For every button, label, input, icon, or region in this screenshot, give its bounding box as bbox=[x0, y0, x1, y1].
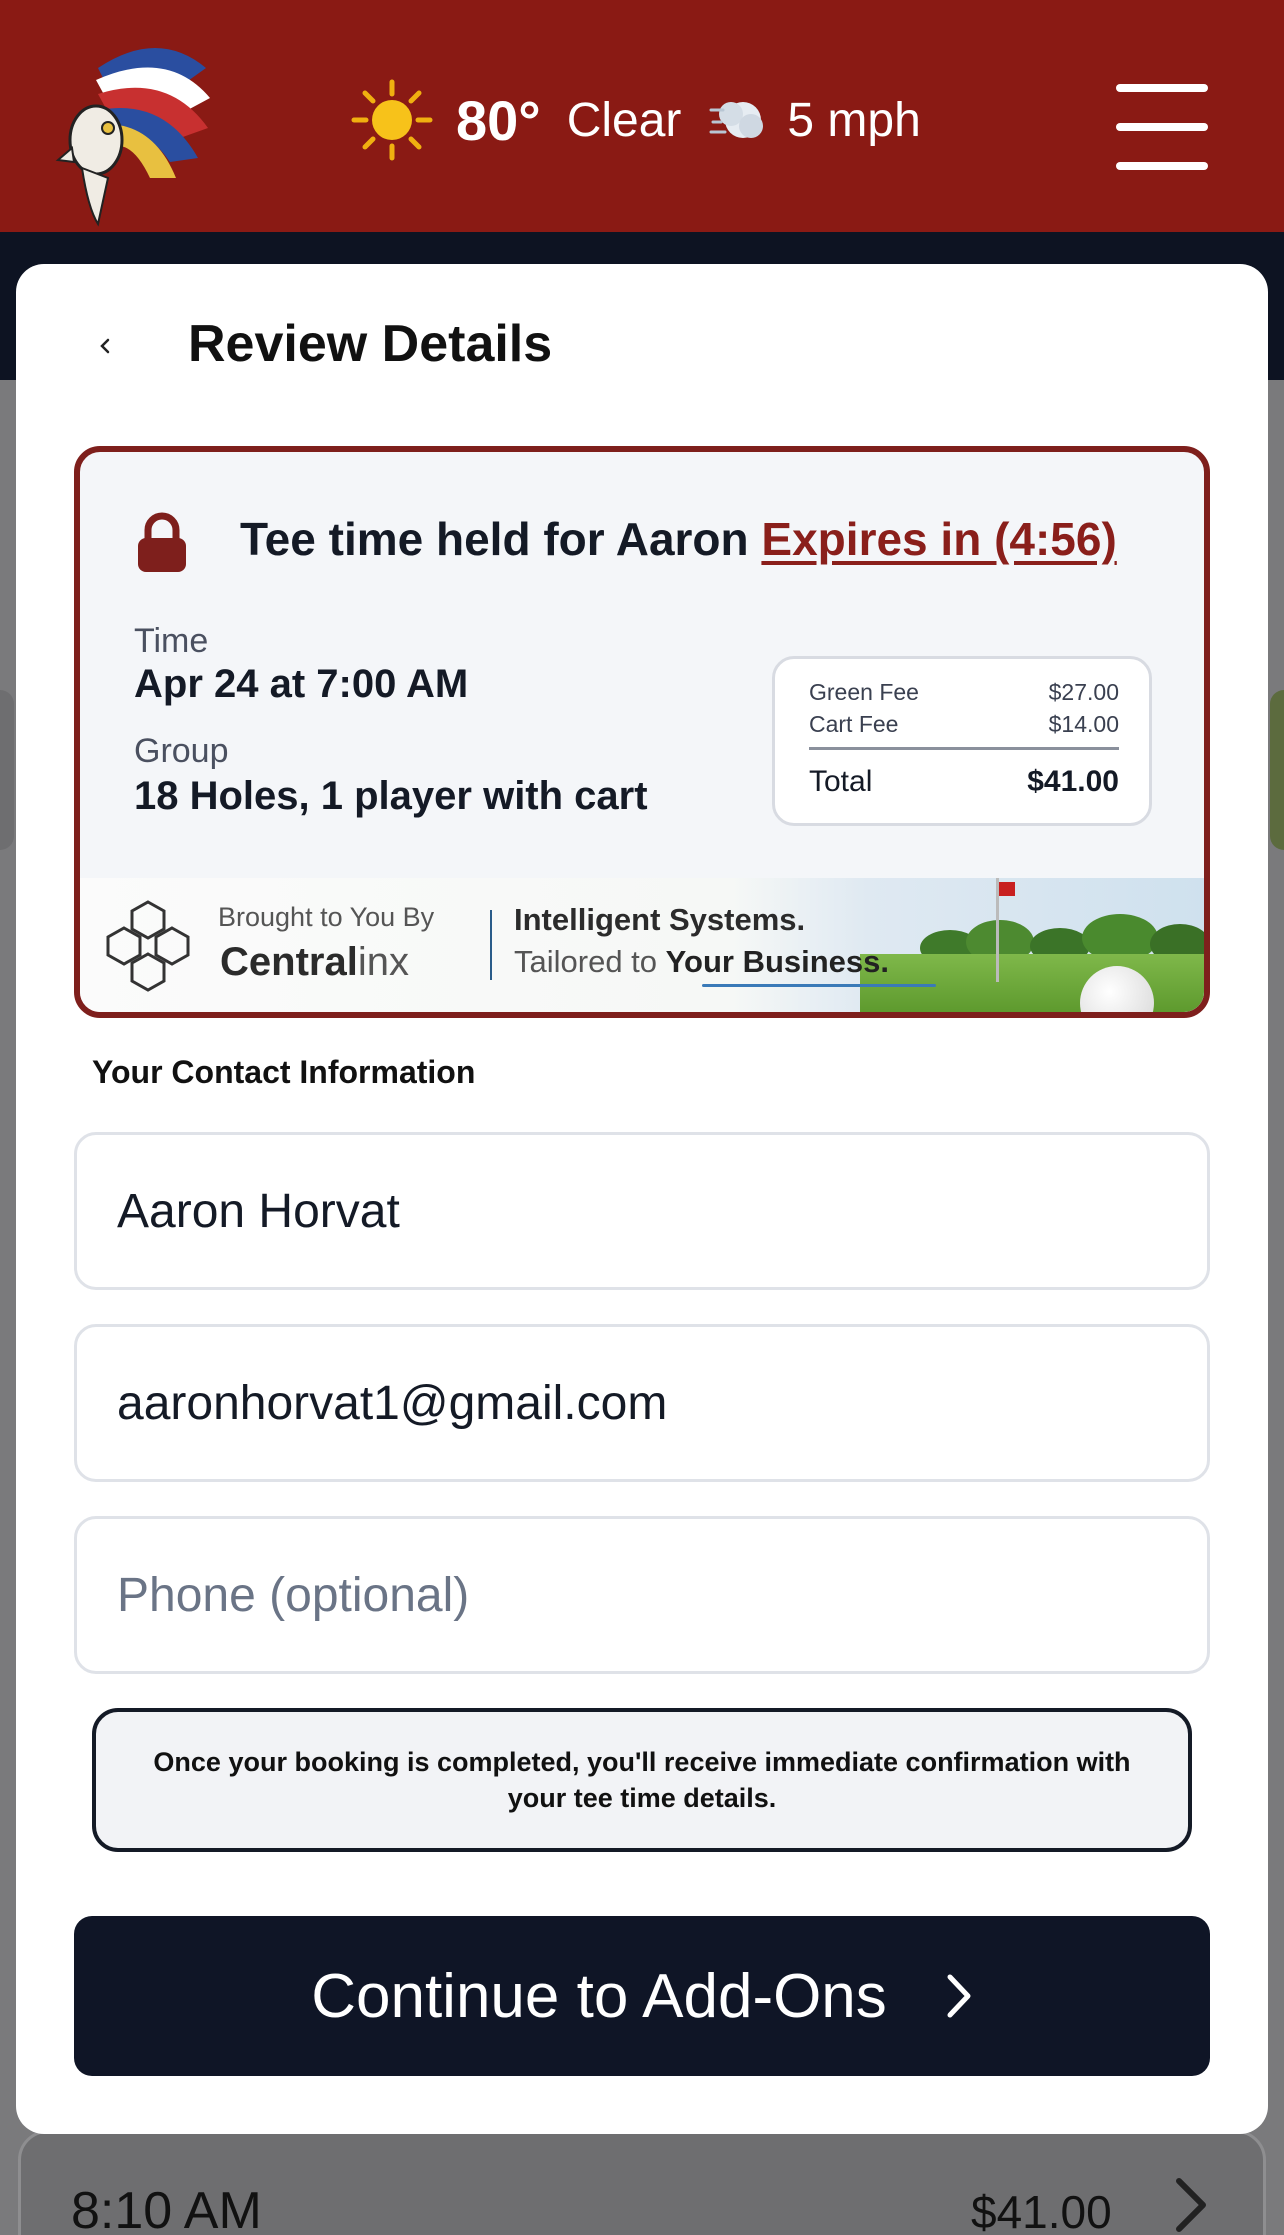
expires-countdown: Expires in (4:56) bbox=[761, 513, 1117, 565]
hold-status-text: Tee time held for Aaron bbox=[240, 513, 762, 565]
backdrop-card-edge bbox=[0, 690, 14, 850]
sponsor-divider bbox=[490, 910, 492, 980]
continue-to-add-ons-button[interactable]: Continue to Add-Ons bbox=[74, 1916, 1210, 2076]
sun-icon bbox=[351, 79, 433, 161]
phone-field[interactable] bbox=[74, 1516, 1210, 1674]
group-label: Group bbox=[134, 732, 229, 770]
backdrop-card-edge bbox=[1270, 690, 1284, 850]
fee-total-row: Total $41.00 bbox=[809, 765, 1119, 799]
menu-line bbox=[1116, 84, 1208, 92]
sponsor-line-2: Tailored to Your Business. bbox=[514, 944, 889, 980]
tee-time-hold-card: Tee time held for Aaron Expires in (4:56… bbox=[74, 446, 1210, 1018]
name-field[interactable] bbox=[74, 1132, 1210, 1290]
tee-time: 8:10 AM bbox=[71, 2182, 262, 2235]
wind-icon bbox=[709, 102, 764, 138]
sponsor-underline bbox=[702, 984, 936, 987]
fee-amount: $27.00 bbox=[1048, 679, 1119, 705]
brand-bold: Central bbox=[220, 940, 358, 984]
fee-amount: $14.00 bbox=[1048, 711, 1119, 737]
contact-section-label: Your Contact Information bbox=[92, 1054, 476, 1090]
chevron-right-icon bbox=[947, 1974, 971, 2018]
fee-summary: Green Fee $27.00 Cart Fee $14.00 Total $… bbox=[772, 656, 1152, 826]
app-header: 80° Clear 5 mph bbox=[0, 0, 1284, 232]
total-amount: $41.00 bbox=[1027, 765, 1119, 798]
sponsor-brand: Centralinx bbox=[220, 940, 409, 985]
cta-label: Continue to Add-Ons bbox=[311, 1961, 887, 2031]
sponsor-line-2-bold: Your Business. bbox=[665, 944, 890, 979]
email-field[interactable] bbox=[74, 1324, 1210, 1482]
page-title: Review Details bbox=[188, 315, 553, 373]
hold-status: Tee time held for Aaron Expires in (4:56… bbox=[240, 512, 1117, 566]
hamburger-menu-icon[interactable] bbox=[1116, 84, 1208, 170]
chief-headdress-logo[interactable] bbox=[38, 28, 218, 228]
temperature: 80° bbox=[456, 88, 541, 152]
menu-line bbox=[1116, 123, 1208, 131]
sponsor-banner[interactable]: Brought to You By Centralinx Intelligent… bbox=[80, 878, 1204, 1012]
fee-divider bbox=[809, 747, 1119, 750]
confirmation-notice: Once your booking is completed, you'll r… bbox=[92, 1708, 1192, 1852]
sponsor-line-1: Intelligent Systems. bbox=[514, 902, 806, 937]
time-label: Time bbox=[134, 622, 209, 660]
weather-widget: 80° Clear 5 mph bbox=[350, 72, 921, 168]
sponsor-tagline: Brought to You By bbox=[218, 902, 435, 932]
chevron-right-icon bbox=[1176, 2178, 1206, 2232]
group-value: 18 Holes, 1 player with cart bbox=[134, 774, 648, 818]
fee-label: Green Fee bbox=[809, 679, 919, 705]
total-label: Total bbox=[809, 765, 873, 798]
back-chevron-icon[interactable] bbox=[94, 332, 114, 360]
menu-line bbox=[1116, 162, 1208, 170]
fee-row-cart: Cart Fee $14.00 bbox=[809, 711, 1119, 738]
weather-condition: Clear bbox=[566, 93, 682, 147]
brand-light: inx bbox=[357, 940, 409, 984]
time-value: Apr 24 at 7:00 AM bbox=[134, 662, 469, 706]
golf-flag-icon bbox=[999, 882, 1015, 896]
centralinx-hex-logo bbox=[106, 900, 190, 992]
tee-time-price: $41.00 bbox=[971, 2186, 1112, 2235]
tee-time-row[interactable]: 8:10 AM $41.00 bbox=[18, 2130, 1266, 2235]
fee-row-green: Green Fee $27.00 bbox=[809, 679, 1119, 706]
sponsor-line-2-prefix: Tailored to bbox=[514, 944, 666, 979]
review-details-modal: Review Details Tee time held for Aaron E… bbox=[16, 264, 1268, 2134]
trees-graphic bbox=[920, 914, 1204, 960]
fee-label: Cart Fee bbox=[809, 711, 899, 737]
lock-icon bbox=[138, 512, 186, 572]
wind-speed: 5 mph bbox=[787, 93, 921, 147]
